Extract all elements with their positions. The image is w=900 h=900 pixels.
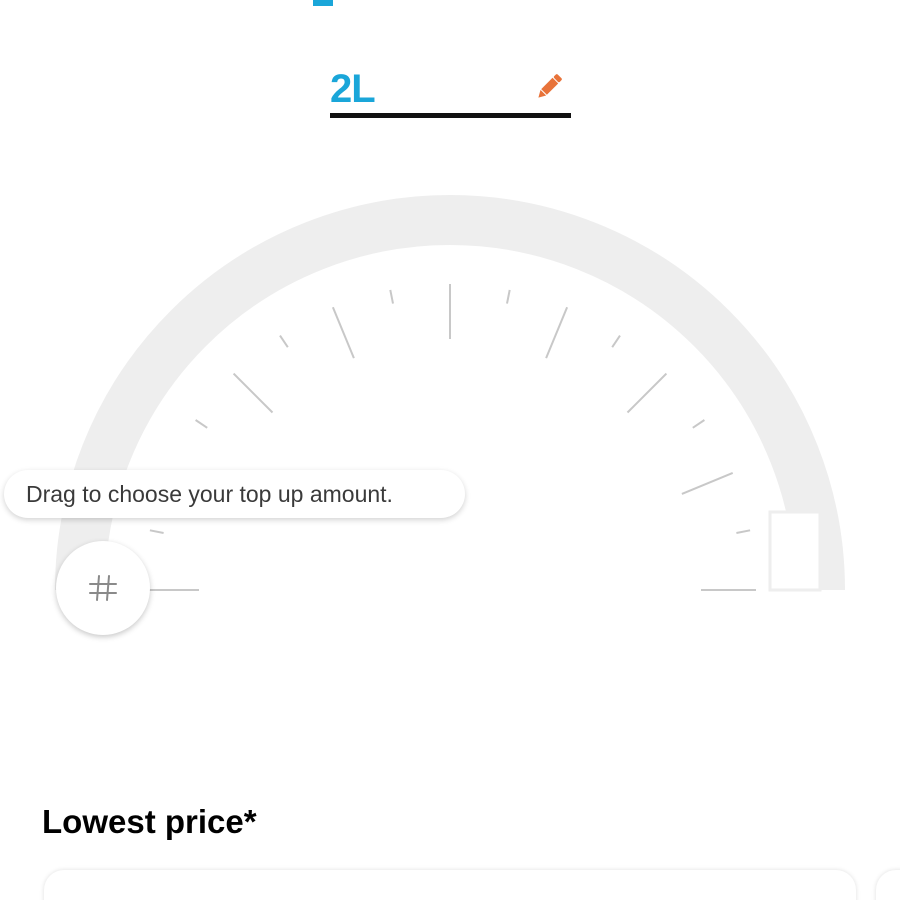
drag-hint-tooltip: Drag to choose your top up amount. bbox=[4, 470, 465, 518]
dial-minor-tick bbox=[506, 289, 511, 304]
dial-major-tick bbox=[331, 306, 355, 359]
dial-major-tick bbox=[626, 372, 668, 414]
dial-minor-tick bbox=[611, 335, 621, 348]
dial-minor-tick bbox=[195, 419, 208, 429]
lowest-price-heading: Lowest price* bbox=[42, 803, 257, 840]
dial-end-cap bbox=[768, 510, 822, 592]
dial-minor-tick bbox=[692, 419, 705, 429]
dial-minor-tick bbox=[736, 529, 751, 534]
dial-minor-tick bbox=[279, 335, 289, 348]
dial-handle[interactable] bbox=[56, 541, 150, 635]
top-up-screen: 2L Drag to choose your top up amount. Lo… bbox=[0, 0, 900, 900]
dial-major-tick bbox=[681, 471, 734, 495]
dial-ticks bbox=[144, 284, 756, 591]
dial-track bbox=[55, 195, 845, 591]
dial-minor-tick bbox=[389, 289, 394, 304]
hash-icon bbox=[89, 575, 117, 601]
dial-major-tick bbox=[545, 306, 569, 359]
dial-minor-tick bbox=[149, 529, 164, 534]
price-card-next[interactable] bbox=[876, 870, 900, 900]
dial-major-tick bbox=[232, 372, 274, 414]
price-card[interactable] bbox=[44, 870, 856, 900]
drag-hint-text: Drag to choose your top up amount. bbox=[26, 480, 393, 507]
